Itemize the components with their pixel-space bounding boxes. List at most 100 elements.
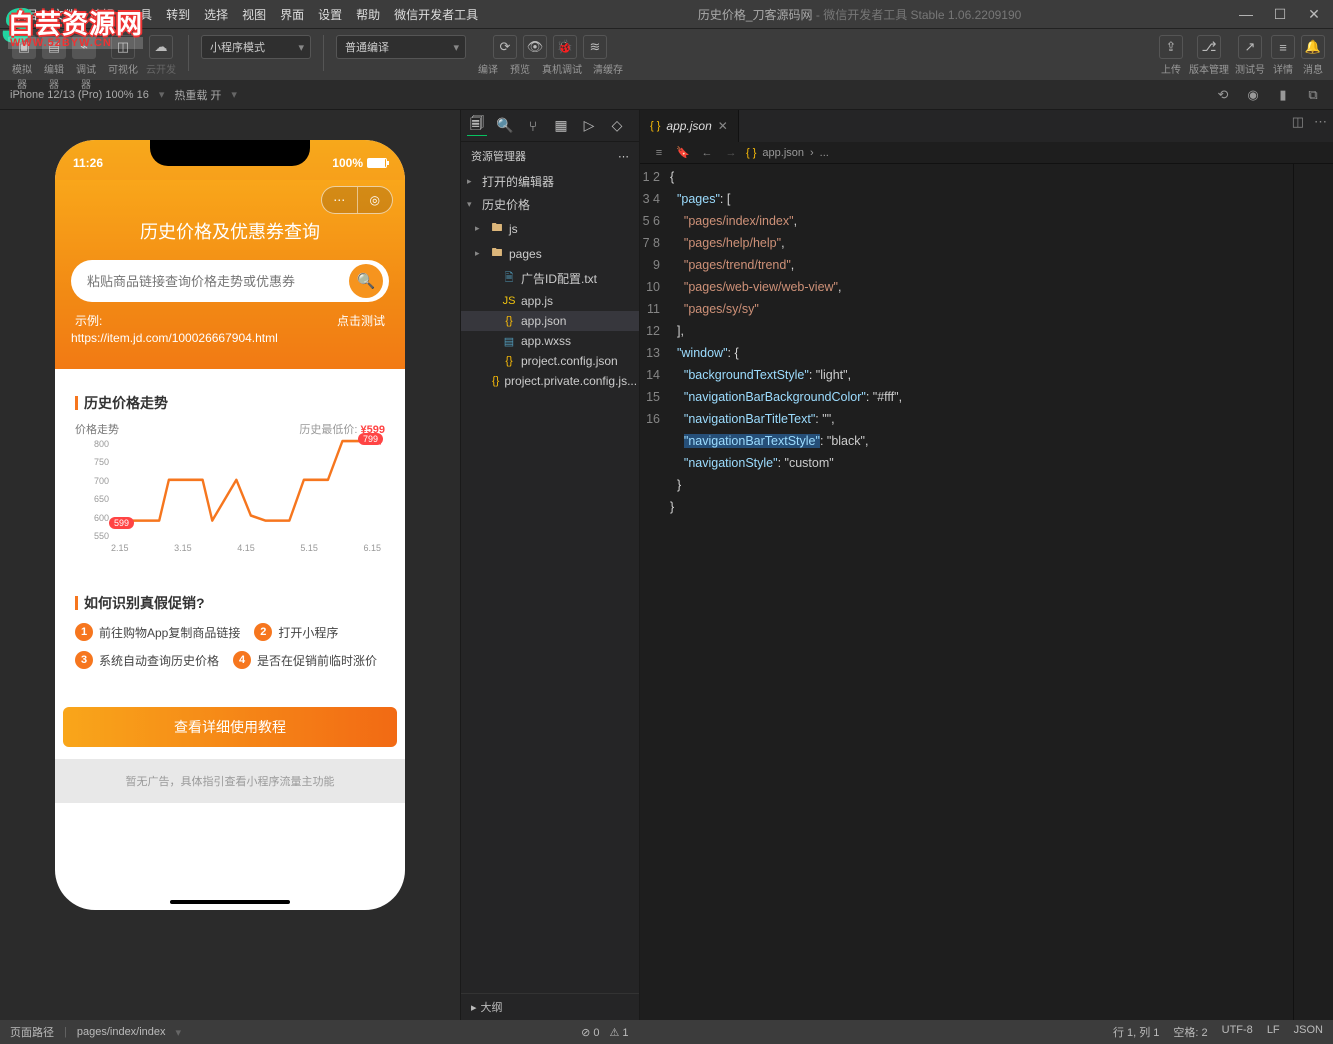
test-account-button[interactable]: ↗: [1238, 35, 1262, 59]
status-spaces[interactable]: 空格: 2: [1173, 1024, 1207, 1040]
menu-tools[interactable]: 工具: [122, 4, 158, 25]
debug-tab-icon[interactable]: ▷: [579, 116, 599, 136]
bc-bookmark-icon[interactable]: 🔖: [674, 146, 692, 159]
capsule-close-icon[interactable]: ◎: [358, 187, 393, 213]
trend-label: 价格走势: [75, 421, 119, 437]
ext-tab-icon[interactable]: ▦: [551, 116, 571, 136]
file-app-js[interactable]: JSapp.js: [461, 291, 639, 311]
status-lang[interactable]: JSON: [1294, 1024, 1323, 1040]
menu-ui[interactable]: 界面: [274, 4, 310, 25]
status-bar: 页面路径 | pages/index/index▾ ⊘ 0 ⚠ 1 行 1, 列…: [0, 1020, 1333, 1044]
details-button[interactable]: ≡: [1271, 35, 1295, 59]
cloud-dev-toggle[interactable]: ☁: [149, 35, 173, 59]
editor-tab-app-json[interactable]: { } app.json ✕: [640, 110, 739, 142]
menu-select[interactable]: 选择: [198, 4, 234, 25]
page-path[interactable]: pages/index/index: [77, 1026, 166, 1038]
explorer-pane: 🗐 🔍 ⑂ ▦ ▷ ◇ 资源管理器 ⋯ ▸打开的编辑器 ▾历史价格 ▸🖿js ▸…: [460, 110, 640, 1020]
menu-help[interactable]: 帮助: [350, 4, 386, 25]
search-input[interactable]: [87, 274, 349, 289]
folder-pages[interactable]: ▸🖿pages: [461, 241, 639, 266]
status-eol[interactable]: LF: [1267, 1024, 1280, 1040]
upload-button[interactable]: ⇪: [1159, 35, 1183, 59]
outline-section[interactable]: ▸大纲: [461, 993, 639, 1020]
compile-button[interactable]: ⟳: [493, 35, 517, 59]
minimize-button[interactable]: —: [1235, 6, 1257, 23]
battery-icon: [367, 158, 387, 168]
compile-dropdown[interactable]: 普通编译: [336, 35, 466, 59]
menu-goto[interactable]: 转到: [160, 4, 196, 25]
phone-frame: 11:26 100% ⋯ ◎ 历史价格及优惠券查询 🔍 示例:: [55, 140, 405, 910]
device-selector[interactable]: iPhone 12/13 (Pro) 100% 16: [10, 89, 149, 101]
editor-more-icon[interactable]: ⋯: [1314, 114, 1327, 130]
status-encoding[interactable]: UTF-8: [1222, 1024, 1253, 1040]
hot-reload-toggle[interactable]: 热重载 开: [174, 87, 221, 103]
file-ad-txt[interactable]: 🗎广告ID配置.txt: [461, 266, 639, 291]
visual-toggle[interactable]: ◫: [111, 35, 135, 59]
editor-breadcrumb[interactable]: ≡ 🔖 ← → { } app.json›...: [640, 142, 1333, 164]
folder-js[interactable]: ▸🖿js: [461, 216, 639, 241]
git-tab-icon[interactable]: ⑂: [523, 116, 543, 136]
menu-settings[interactable]: 设置: [312, 4, 348, 25]
file-project-config[interactable]: {}project.config.json: [461, 351, 639, 371]
example-url: https://item.jd.com/100026667904.html: [71, 331, 389, 345]
home-indicator: [170, 900, 290, 904]
steps-card: 如何识别真假促销? 1前往购物App复制商品链接 2打开小程序 3系统自动查询历…: [63, 579, 397, 693]
refresh-icon[interactable]: ⟲: [1213, 85, 1233, 105]
mini-program-capsule[interactable]: ⋯ ◎: [321, 186, 393, 214]
status-warnings[interactable]: ⚠ 1: [609, 1026, 628, 1039]
version-button[interactable]: ⎇: [1197, 35, 1221, 59]
window-controls: — ☐ ✕: [1235, 6, 1325, 23]
menu-edit[interactable]: 编辑: [84, 4, 120, 25]
expand-icon[interactable]: ⧉: [1303, 85, 1323, 105]
card-title: 历史价格走势: [75, 393, 385, 413]
bc-forward-icon[interactable]: →: [722, 147, 740, 159]
search-tab-icon[interactable]: 🔍: [495, 116, 515, 136]
watermark-logo: 𝑺: [2, 2, 32, 52]
steps-title: 如何识别真假促销?: [75, 593, 385, 613]
price-chart: 800 750 700 650 600 550 599: [75, 439, 385, 559]
editor-toggle[interactable]: ▤: [42, 35, 66, 59]
split-editor-icon[interactable]: ◫: [1292, 114, 1304, 130]
file-app-json[interactable]: {}app.json: [461, 311, 639, 331]
file-app-wxss[interactable]: ▤app.wxss: [461, 331, 639, 351]
minimap[interactable]: [1293, 164, 1333, 1020]
explorer-title: 资源管理器: [471, 148, 526, 164]
open-editors-section[interactable]: ▸打开的编辑器: [461, 170, 639, 193]
code-area[interactable]: { "pages": [ "pages/index/index", "pages…: [670, 164, 1293, 1020]
close-button[interactable]: ✕: [1303, 6, 1325, 23]
messages-button[interactable]: 🔔: [1301, 35, 1325, 59]
menu-wxdevtools[interactable]: 微信开发者工具: [388, 4, 484, 25]
mode-dropdown[interactable]: 小程序模式: [201, 35, 311, 59]
chart-low-badge: 599: [109, 517, 134, 529]
tutorial-button[interactable]: 查看详细使用教程: [63, 707, 397, 747]
menu-view[interactable]: 视图: [236, 4, 272, 25]
debugger-toggle[interactable]: ⌁: [72, 35, 96, 59]
search-button[interactable]: 🔍: [349, 264, 383, 298]
device-icon[interactable]: ▮: [1273, 85, 1293, 105]
ad-placeholder: 暂无广告，具体指引查看小程序流量主功能: [55, 759, 405, 803]
status-errors[interactable]: ⊘ 0: [581, 1026, 599, 1039]
capsule-menu-icon[interactable]: ⋯: [322, 187, 358, 213]
record-icon[interactable]: ◉: [1243, 85, 1263, 105]
explorer-more-icon[interactable]: ⋯: [618, 150, 629, 163]
project-section[interactable]: ▾历史价格: [461, 193, 639, 216]
file-project-private[interactable]: {}project.private.config.js...: [461, 371, 639, 391]
clear-cache-button[interactable]: ≋: [583, 35, 607, 59]
phone-notch: [150, 140, 310, 166]
status-position[interactable]: 行 1, 列 1: [1113, 1024, 1159, 1040]
bc-menu-icon[interactable]: ≡: [650, 147, 668, 159]
explorer-tab-icon[interactable]: 🗐: [467, 116, 487, 136]
toolbar: ▣ ▤ ⌁ 模拟器 编辑器 调试器 ◫ 可视化 ☁ 云开发 小程序模式 普通编译…: [0, 28, 1333, 80]
main-menu: 项目 文件 编辑 工具 转到 选择 视图 界面 设置 帮助 微信开发者工具: [8, 4, 484, 25]
maximize-button[interactable]: ☐: [1269, 6, 1291, 23]
more-tab-icon[interactable]: ◇: [607, 116, 627, 136]
test-link[interactable]: 点击测试: [337, 312, 385, 329]
bc-back-icon[interactable]: ←: [698, 147, 716, 159]
close-tab-icon[interactable]: ✕: [718, 119, 728, 133]
editor-pane: { } app.json ✕ ◫ ⋯ ≡ 🔖 ← → { } app.json›…: [640, 110, 1333, 1020]
menu-file[interactable]: 文件: [46, 4, 82, 25]
preview-button[interactable]: 👁: [523, 35, 547, 59]
remote-debug-button[interactable]: 🐞: [553, 35, 577, 59]
phone-battery-pct: 100%: [332, 156, 363, 170]
search-box: 🔍: [71, 260, 389, 302]
